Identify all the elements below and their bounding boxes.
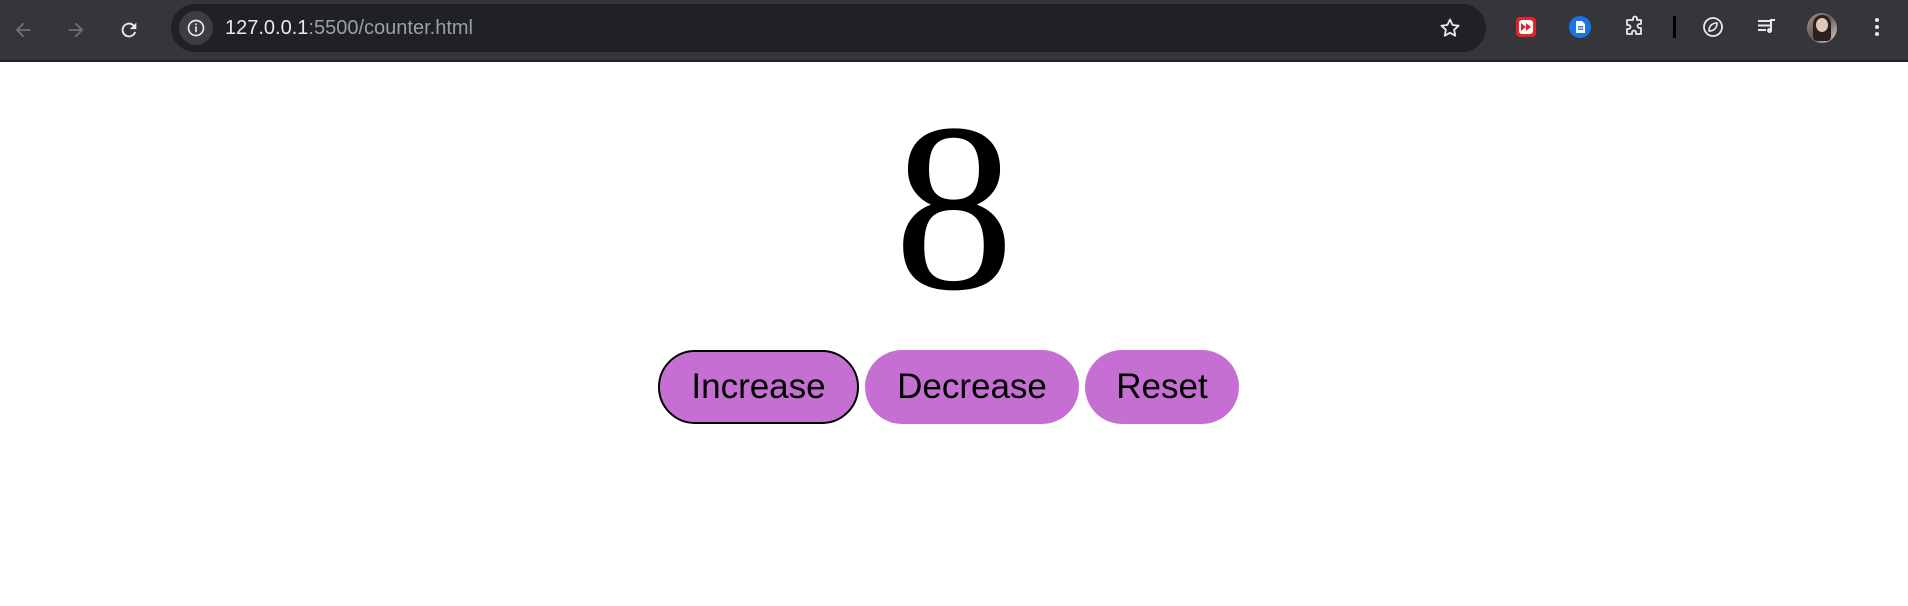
arrow-right-icon [68, 22, 84, 38]
star-icon [1440, 18, 1460, 37]
reload-icon [121, 22, 137, 38]
kebab-icon [1875, 18, 1879, 36]
media-queue-icon [1758, 19, 1775, 33]
toolbar-divider [1673, 16, 1676, 38]
docs-extension-button[interactable] [1565, 12, 1595, 42]
info-icon [187, 19, 205, 37]
media-extension-button[interactable] [1511, 12, 1541, 42]
url-text[interactable]: 127.0.0.1:5500/counter.html [225, 4, 473, 52]
forward-button[interactable] [55, 9, 97, 51]
url-path: :5500/counter.html [308, 17, 473, 39]
decrease-button[interactable]: Decrease [865, 350, 1079, 424]
profile-avatar[interactable] [1807, 13, 1837, 43]
media-extension-icon [1516, 17, 1536, 37]
media-queue-button[interactable] [1752, 12, 1782, 42]
docs-extension-icon [1569, 16, 1591, 38]
site-info-button[interactable] [179, 11, 213, 45]
back-button[interactable] [2, 9, 44, 51]
browser-toolbar: 127.0.0.1:5500/counter.html [0, 0, 1908, 62]
increase-button[interactable]: Increase [658, 350, 859, 424]
browser-menu-button[interactable] [1862, 12, 1892, 42]
bookmark-button[interactable] [1435, 13, 1465, 43]
reload-button[interactable] [108, 9, 150, 51]
puzzle-icon [1626, 15, 1642, 35]
leaf-icon [1703, 17, 1723, 37]
arrow-left-icon [15, 22, 31, 38]
url-host: 127.0.0.1 [225, 17, 309, 39]
extensions-button[interactable] [1620, 12, 1650, 42]
button-row: Increase Decrease Reset [658, 350, 1239, 425]
reset-button[interactable]: Reset [1085, 350, 1239, 424]
address-bar[interactable]: 127.0.0.1:5500/counter.html [171, 4, 1486, 52]
page-content: 8 Increase Decrease Reset [0, 62, 1908, 606]
performance-button[interactable] [1698, 12, 1728, 42]
counter-value: 8 [894, 74, 1014, 340]
